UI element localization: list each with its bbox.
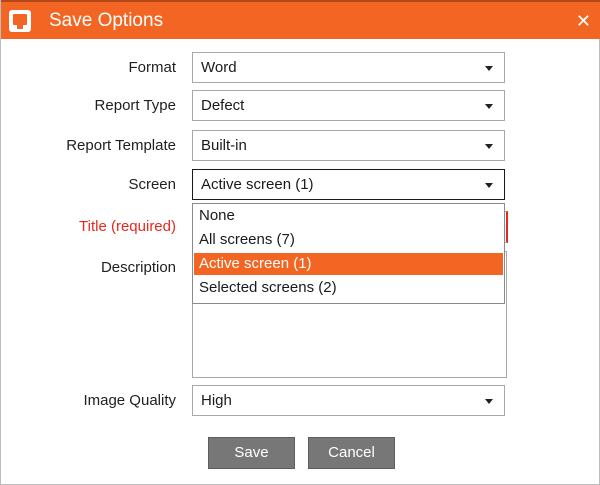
dialog-title: Save Options <box>49 10 164 31</box>
report-type-select[interactable]: Defect <box>192 90 505 121</box>
image-quality-label: Image Quality <box>83 392 176 409</box>
title-required-label: Title (required) <box>79 218 176 235</box>
app-logo-icon <box>9 10 31 32</box>
screen-label: Screen <box>128 176 176 193</box>
image-quality-select[interactable]: High <box>192 385 505 416</box>
screen-select[interactable]: Active screen (1) <box>192 169 505 200</box>
report-template-label: Report Template <box>66 137 176 154</box>
chevron-down-icon <box>485 66 493 71</box>
chevron-down-icon <box>485 399 493 404</box>
chevron-down-icon <box>485 183 493 188</box>
cancel-button[interactable]: Cancel <box>308 437 395 469</box>
save-button[interactable]: Save <box>208 437 295 469</box>
save-options-dialog: Save Options ✕ Format Word Report Type D… <box>0 0 600 485</box>
dropdown-option-selected-screens[interactable]: Selected screens (2) <box>194 277 503 299</box>
dropdown-option-none[interactable]: None <box>194 205 503 227</box>
report-template-select[interactable]: Built-in <box>192 130 505 161</box>
close-icon[interactable]: ✕ <box>576 11 591 31</box>
screen-dropdown-list: None All screens (7) Active screen (1) S… <box>192 203 505 304</box>
format-select[interactable]: Word <box>192 52 505 83</box>
report-type-label: Report Type <box>94 97 176 114</box>
description-label: Description <box>100 259 176 276</box>
chevron-down-icon <box>485 144 493 149</box>
title-bar: Save Options ✕ <box>1 0 600 39</box>
screen-value: Active screen (1) <box>201 176 314 193</box>
report-template-value: Built-in <box>201 137 247 154</box>
dropdown-option-active-screen[interactable]: Active screen (1) <box>194 253 503 275</box>
format-value: Word <box>201 59 237 76</box>
image-quality-value: High <box>201 392 232 409</box>
chevron-down-icon <box>485 104 493 109</box>
dropdown-option-all-screens[interactable]: All screens (7) <box>194 229 503 251</box>
format-label: Format <box>128 59 176 76</box>
report-type-value: Defect <box>201 97 245 114</box>
